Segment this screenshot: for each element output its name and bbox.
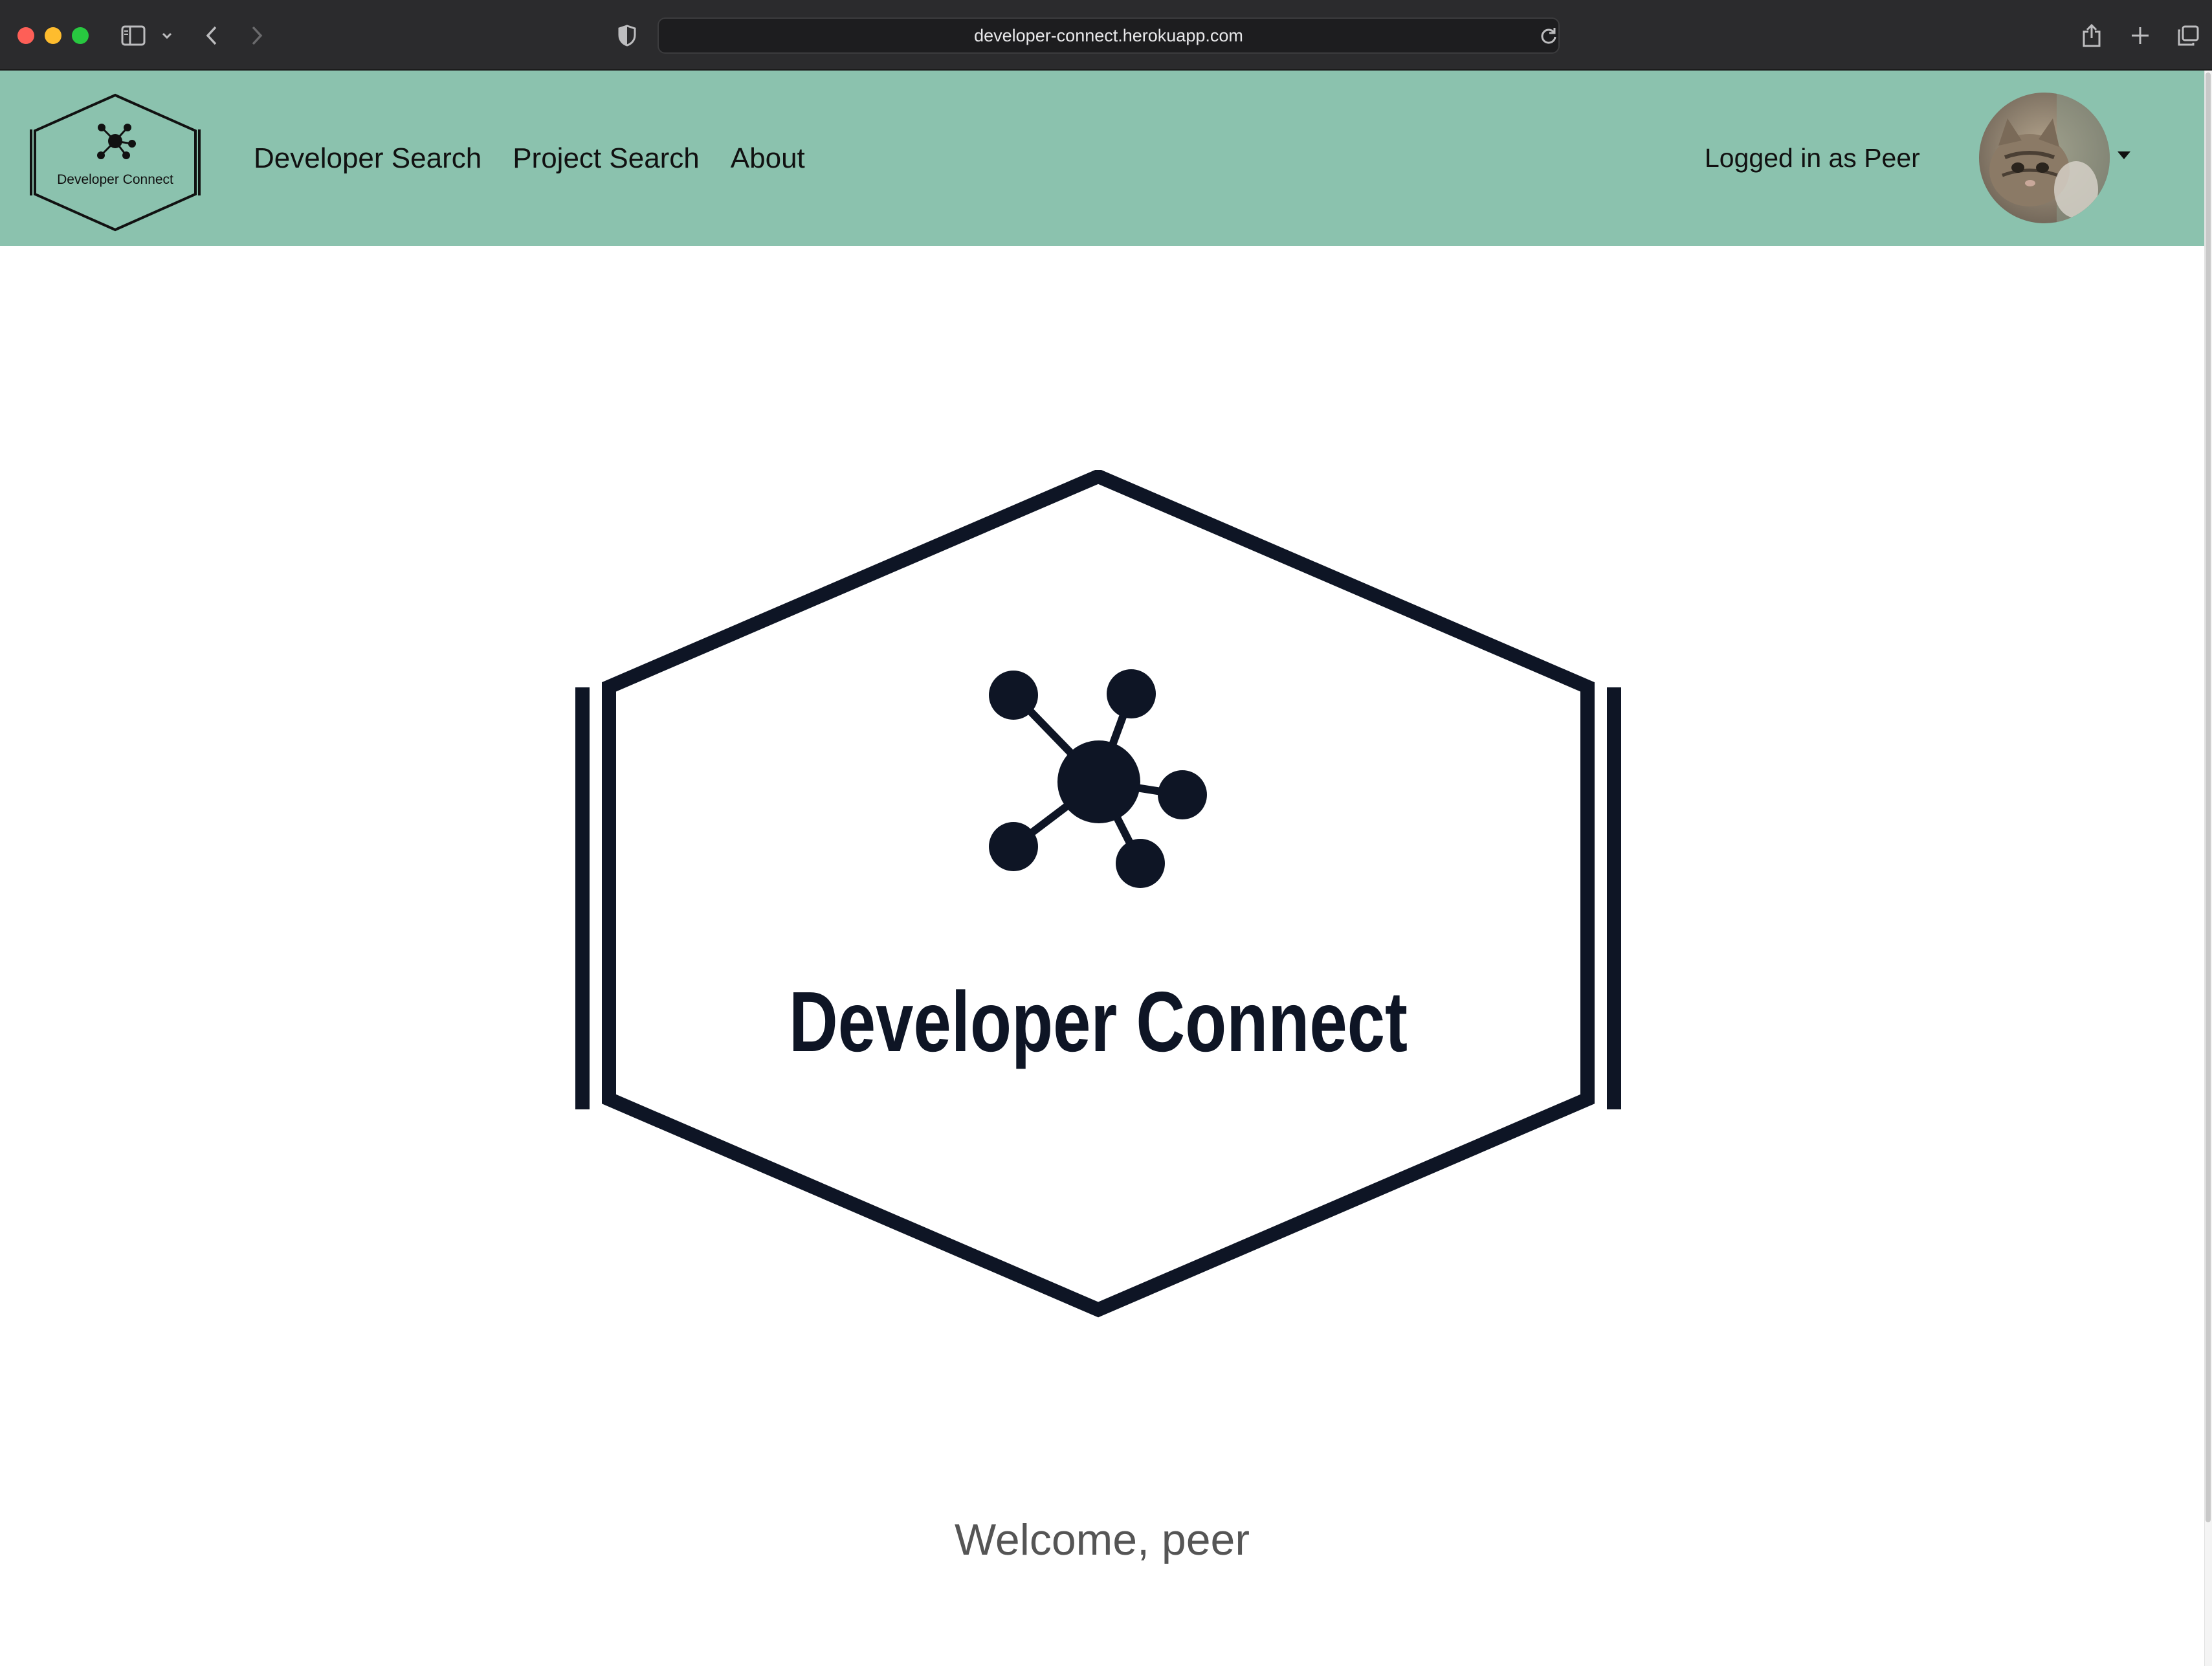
- nav-link-project-search[interactable]: Project Search: [513, 142, 700, 175]
- back-arrow-icon[interactable]: [202, 18, 221, 53]
- logged-in-status: Logged in as Peer: [1705, 143, 1920, 173]
- window-close-button[interactable]: [17, 27, 34, 44]
- hero-logo-text: Developer Connect: [789, 974, 1408, 1069]
- tab-overview-icon[interactable]: [2176, 18, 2200, 53]
- avatar[interactable]: [1979, 93, 2110, 223]
- window-minimize-button[interactable]: [45, 27, 61, 44]
- hero-logo: Developer Connect: [570, 468, 1627, 1319]
- scrollbar-thumb[interactable]: [2206, 72, 2211, 1522]
- chevron-down-icon[interactable]: [2118, 151, 2130, 159]
- chevron-down-icon[interactable]: [159, 18, 175, 53]
- nav-links: Developer Search Project Search About: [254, 71, 805, 246]
- window-zoom-button[interactable]: [72, 27, 89, 44]
- share-icon[interactable]: [2080, 18, 2103, 53]
- url-text: developer-connect.herokuapp.com: [974, 25, 1243, 45]
- sidebar-icon[interactable]: [119, 18, 148, 53]
- navbar-logo-text: Developer Connect: [57, 172, 173, 187]
- browser-toolbar: developer-connect.herokuapp.com: [0, 0, 2212, 71]
- welcome-heading: Welcome, peer: [954, 1515, 1250, 1564]
- site-navbar: Developer Connect Developer Search Proje…: [0, 71, 2204, 246]
- forward-arrow-icon: [247, 18, 267, 53]
- navbar-logo[interactable]: Developer Connect: [30, 92, 201, 233]
- reload-icon[interactable]: [1539, 19, 1558, 52]
- nav-link-about[interactable]: About: [731, 142, 805, 175]
- shield-icon[interactable]: [616, 18, 638, 53]
- address-bar[interactable]: developer-connect.herokuapp.com: [658, 17, 1560, 54]
- plus-icon[interactable]: [2129, 18, 2151, 53]
- nav-link-developer-search[interactable]: Developer Search: [254, 142, 481, 175]
